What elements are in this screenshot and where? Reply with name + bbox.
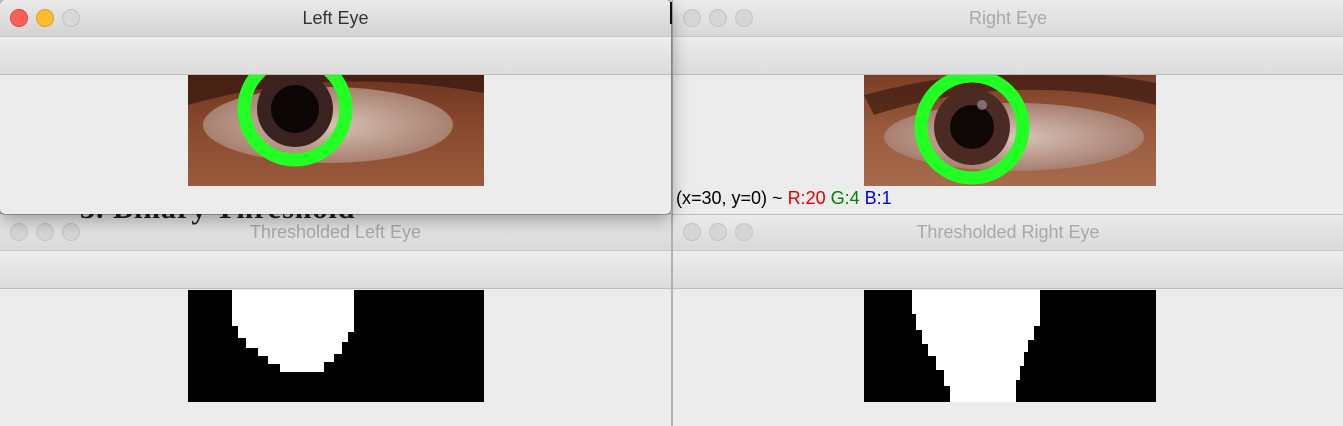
thresholded-left-eye-image xyxy=(188,290,484,402)
close-button[interactable] xyxy=(683,9,701,27)
window-controls xyxy=(683,9,753,27)
red-value: R:20 xyxy=(787,188,826,208)
right-eye-photo xyxy=(864,75,1156,186)
minimize-button[interactable] xyxy=(709,9,727,27)
minimize-button[interactable] xyxy=(709,223,727,241)
left-eye-titlebar[interactable]: Left Eye xyxy=(0,0,671,37)
minimize-button[interactable] xyxy=(36,9,54,27)
thresholded-right-eye-window[interactable]: Thresholded Right Eye xyxy=(673,214,1343,426)
right-eye-titlebar[interactable]: Right Eye xyxy=(673,0,1343,37)
close-button[interactable] xyxy=(10,9,28,27)
close-button[interactable] xyxy=(683,223,701,241)
window-title: Left Eye xyxy=(302,8,369,28)
window-controls xyxy=(10,9,80,27)
green-value: G:4 xyxy=(830,188,860,208)
window-toolbar xyxy=(0,37,671,75)
maximize-button[interactable] xyxy=(62,9,80,27)
thresholded-right-eye-image xyxy=(864,290,1156,402)
threshold-blob-shape xyxy=(232,290,354,372)
pixel-info-readout: (x=30, y=0) ~ R:20 G:4 B:1 xyxy=(676,188,892,209)
text-cursor-icon xyxy=(670,2,672,24)
left-eye-window[interactable]: Left Eye xyxy=(0,0,671,214)
blue-value: B:1 xyxy=(864,188,892,208)
window-toolbar xyxy=(673,37,1343,75)
window-controls xyxy=(10,223,80,241)
minimize-button[interactable] xyxy=(36,223,54,241)
window-toolbar xyxy=(0,251,671,289)
window-toolbar xyxy=(673,251,1343,289)
maximize-button[interactable] xyxy=(735,223,753,241)
window-title: Right Eye xyxy=(968,8,1048,28)
right-eye-image xyxy=(864,75,1156,186)
right-eye-window[interactable]: Right Eye xyxy=(673,0,1343,214)
window-controls xyxy=(683,223,753,241)
window-title: Thresholded Right Eye xyxy=(916,222,1100,242)
thresholded-left-eye-window[interactable]: Thresholded Left Eye xyxy=(0,214,671,426)
threshold-blob-shape xyxy=(912,290,1040,402)
thresholded-right-eye-titlebar[interactable]: Thresholded Right Eye xyxy=(673,214,1343,251)
left-eye-photo xyxy=(188,75,484,186)
pixel-coordinates: (x=30, y=0) ~ xyxy=(676,188,788,208)
close-button[interactable] xyxy=(10,223,28,241)
maximize-button[interactable] xyxy=(735,9,753,27)
maximize-button[interactable] xyxy=(62,223,80,241)
left-eye-image xyxy=(188,75,484,186)
